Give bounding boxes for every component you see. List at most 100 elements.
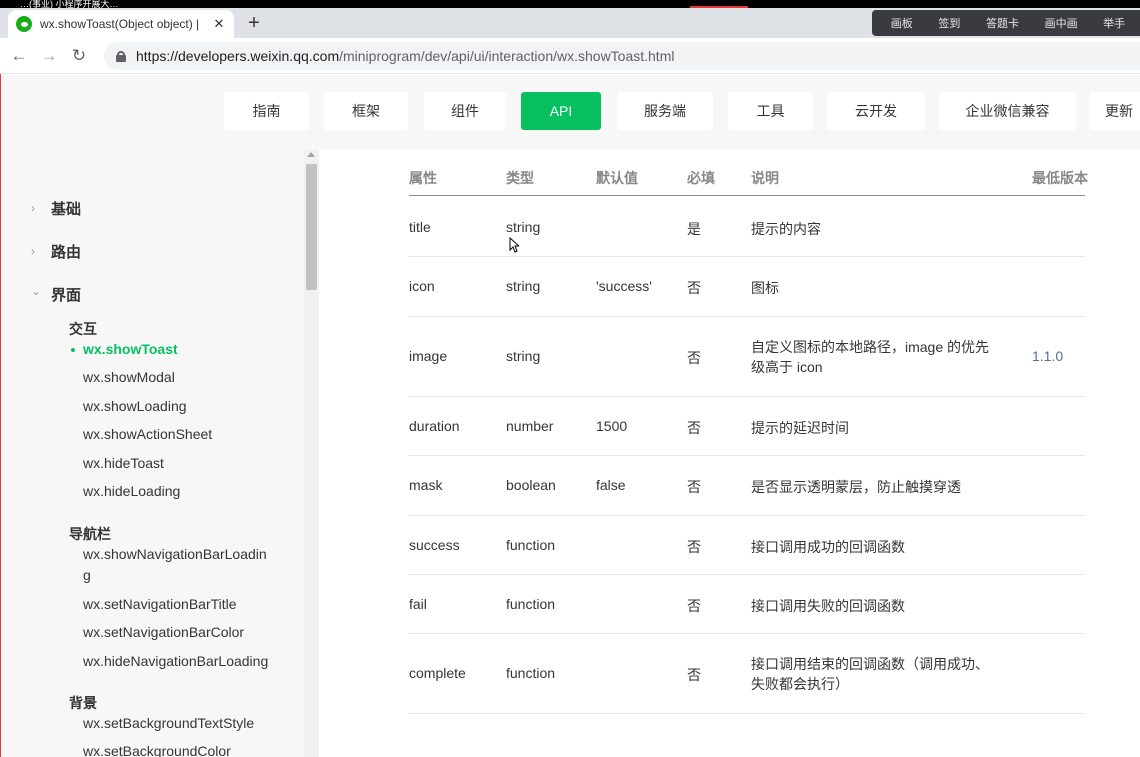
sidebar-item[interactable]: wx.showActionSheet [83, 424, 212, 445]
mouse-cursor-icon [509, 237, 519, 253]
cell-type: boolean [506, 477, 556, 493]
browser-tab[interactable]: wx.showToast(Object object) | ✕ [8, 10, 234, 38]
url-input[interactable]: https://developers.weixin.qq.com/minipro… [104, 42, 1140, 70]
cell-type: function [506, 536, 556, 553]
nav-tab-3[interactable]: 组件 [424, 92, 506, 130]
cell-required: 否 [687, 479, 701, 495]
table-row: mask boolean false 否 是否显示透明蒙层，防止触摸穿透 [409, 456, 1085, 516]
sidebar-item[interactable]: wx.setNavigationBarColor [83, 622, 244, 643]
column-header: 最低版本 [1032, 170, 1088, 186]
cell-name: mask [409, 477, 443, 493]
overlay-toolbar-item[interactable]: 答题卡 [976, 15, 1029, 31]
classroom-overlay-toolbar: 画板 签到 答题卡 画中画 举手 [872, 10, 1140, 36]
sidebar-item-label: wx.hideToast [83, 455, 164, 471]
back-arrow-icon[interactable]: ← [8, 45, 30, 67]
cell-default: false [596, 477, 626, 493]
forward-arrow-icon[interactable]: → [38, 45, 60, 67]
sidebar-item[interactable]: wx.hideToast [83, 453, 164, 474]
chevron-down-icon: ⌄ [31, 284, 42, 298]
doc-page: 指南 框架 组件 API 服务端 工具 云开发 企业微信兼容 更新 › 基础 › 路由 ⌄ 界面交互 wx.… [1, 75, 1140, 757]
sidebar-item-label: wx.setNavigationBarColor [83, 624, 245, 640]
cell-desc: 接口调用失败的回调函数 [751, 597, 905, 614]
new-tab-button[interactable]: + [244, 13, 264, 34]
sidebar-group[interactable]: › 基础 [31, 198, 81, 218]
cell-type: string [506, 348, 541, 364]
tab-title: wx.showToast(Object object) | [40, 17, 200, 31]
cell-name: icon [409, 278, 435, 294]
sidebar-item[interactable]: wx.setBackgroundColor [83, 741, 231, 757]
sidebar-item[interactable]: wx.hideNavigationBarLoading [83, 651, 273, 672]
table-row: fail function 否 接口调用失败的回调函数 [409, 575, 1085, 634]
sidebar-category: 导航栏 [69, 526, 111, 542]
nav-tab-5[interactable]: 服务端 [617, 92, 713, 130]
sidebar-group-label: 界面 [51, 286, 82, 304]
table-row: image string 否 自定义图标的本地路径，image 的优先级高于 icon… [409, 317, 1085, 397]
sidebar-group-label: 路由 [51, 243, 82, 261]
overlay-toolbar-item[interactable]: 画中画 [1035, 15, 1088, 31]
cell-type: function [506, 595, 556, 612]
sidebar-group[interactable]: › 路由 [31, 241, 81, 261]
sidebar-group-label: 基础 [51, 200, 82, 218]
cell-name: image [409, 348, 448, 364]
table-row: duration number 1500 否 提示的延迟时间 [409, 397, 1085, 456]
recording-top-strip: …(事业) 小程序开展大… [0, 0, 1140, 8]
active-dot-icon [71, 348, 75, 352]
scroll-up-arrow-icon[interactable] [307, 152, 315, 157]
sidebar-item-label: wx.hideLoading [83, 483, 181, 499]
scrollbar-thumb[interactable] [306, 164, 317, 290]
sidebar-item[interactable]: wx.setBackgroundTextStyle [83, 713, 254, 734]
cell-desc: 接口调用成功的回调函数 [751, 538, 905, 555]
cell-type: string [506, 218, 541, 235]
cell-desc: 自定义图标的本地路径，image 的优先级高于 icon [751, 339, 990, 375]
cell-version: 1.1.0 [1032, 348, 1064, 364]
nav-tab-1[interactable]: 指南 [224, 92, 309, 130]
cell-name: fail [409, 595, 427, 612]
nav-tab-9[interactable]: 更新 [1089, 92, 1140, 130]
address-bar: ← → ↻ https://developers.weixin.qq.com/m… [0, 38, 1140, 74]
nav-tab-2[interactable]: 框架 [324, 92, 408, 130]
wechat-favicon-icon [16, 16, 32, 32]
cell-name: success [409, 536, 460, 553]
chevron-right-icon: › [31, 244, 35, 258]
cell-required: 是 [687, 220, 701, 237]
sidebar-item[interactable]: wx.setNavigationBarTitle [83, 594, 237, 615]
cell-desc: 提示的延迟时间 [751, 419, 849, 436]
table-row: icon string 'success' 否 图标 [409, 257, 1085, 317]
nav-tab-6[interactable]: 工具 [728, 92, 813, 130]
sidebar-item-label: wx.showActionSheet [83, 426, 213, 442]
cell-desc: 提示的内容 [751, 220, 821, 237]
chevron-right-icon: › [31, 201, 35, 215]
sidebar-item-label: wx.hideNavigationBarLoading [83, 653, 269, 669]
url-host: https://developers.weixin.qq.com [136, 48, 340, 64]
overlay-toolbar-item[interactable]: 画板 [881, 15, 923, 31]
sidebar-group[interactable]: ⌄ 界面 [31, 284, 81, 304]
sidebar-category: 交互 [69, 321, 97, 337]
close-tab-icon[interactable]: ✕ [212, 16, 226, 32]
sidebar: › 基础 › 路由 ⌄ 界面交互 wx.showToast wx.showModal wx.sh… [1, 150, 319, 757]
url-path: /miniprogram/dev/api/ui/interaction/wx.s… [339, 48, 675, 64]
cell-required: 否 [687, 350, 701, 366]
cell-required: 否 [687, 667, 701, 683]
sidebar-item[interactable]: wx.hideLoading [83, 481, 180, 502]
table-header: 属性 类型 默认值 必填 说明 最低版本 [409, 168, 1088, 196]
nav-tab-7[interactable]: 云开发 [827, 92, 925, 130]
cell-name: complete [409, 665, 466, 681]
nav-tab-4[interactable]: API [521, 92, 601, 130]
overlay-toolbar-item[interactable]: 举手 [1093, 15, 1135, 31]
column-header: 说明 [751, 170, 779, 186]
sidebar-item-label: wx.showLoading [83, 398, 187, 414]
nav-tab-8[interactable]: 企业微信兼容 [939, 92, 1076, 130]
top-navigation: 指南 框架 组件 API 服务端 工具 云开发 企业微信兼容 更新 [1, 75, 1140, 150]
reload-icon[interactable]: ↻ [68, 45, 90, 67]
sidebar-item[interactable]: wx.showNavigationBarLoading [83, 544, 273, 586]
sidebar-item[interactable]: wx.showLoading [83, 396, 187, 417]
sidebar-item[interactable]: wx.showToast [71, 339, 178, 360]
cell-name: title [409, 218, 431, 235]
sidebar-item[interactable]: wx.showModal [83, 367, 175, 388]
column-header: 默认值 [596, 170, 638, 186]
cell-required: 否 [687, 538, 701, 555]
sidebar-scrollbar[interactable] [304, 150, 319, 757]
cell-desc: 接口调用结束的回调函数（调用成功、失败都会执行） [751, 656, 989, 692]
overlay-toolbar-item[interactable]: 签到 [928, 15, 970, 31]
cell-desc: 是否显示透明蒙层，防止触摸穿透 [751, 479, 961, 495]
